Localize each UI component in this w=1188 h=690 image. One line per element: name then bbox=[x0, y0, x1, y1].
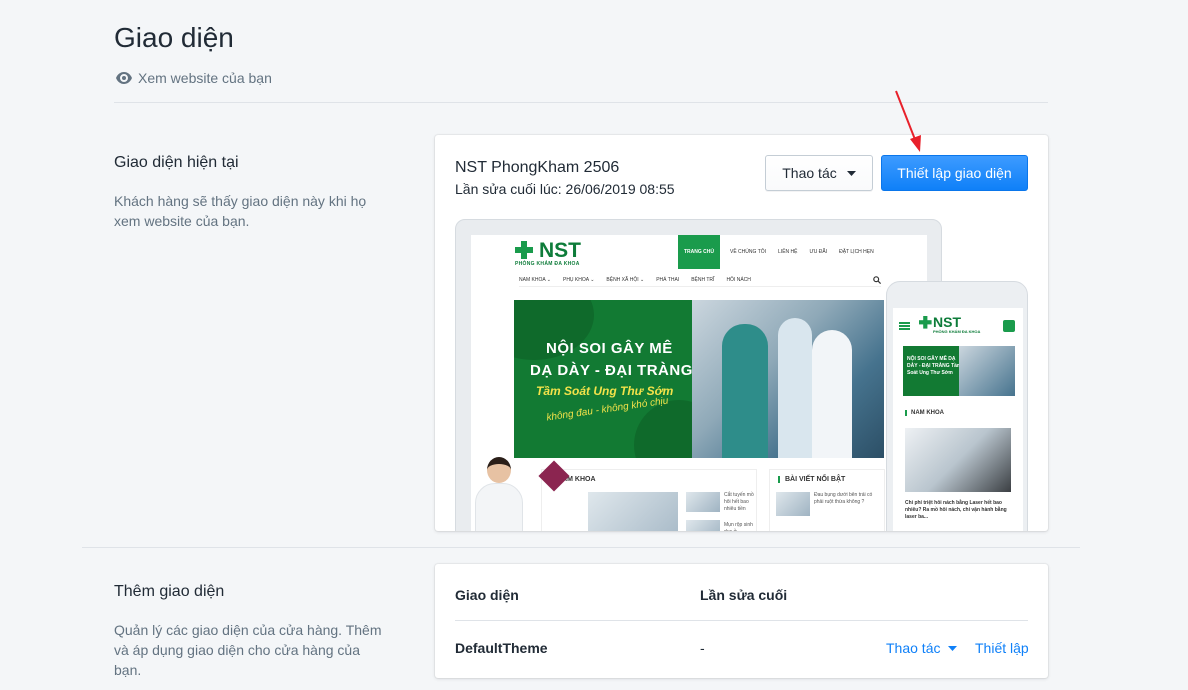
phone-banner: NỘI SOI GÂY MÊ DẠ DÀY - ĐẠI TRÀNG Tầm So… bbox=[903, 346, 1015, 396]
banner-line-3: Tầm Soát Ung Thư Sớm bbox=[536, 384, 674, 398]
themes-table-card: Giao diện Lần sửa cuối DefaultTheme - Th… bbox=[435, 564, 1048, 678]
site-subnav-item: BỆNH TRĨ bbox=[691, 276, 715, 283]
current-theme-card: NST PhongKham 2506 Lần sửa cuối lúc: 26/… bbox=[435, 135, 1048, 531]
theme-actions-label: Thao tác bbox=[782, 165, 837, 181]
banner-line-1: NỘI SOI GÂY MÊ bbox=[546, 340, 673, 357]
current-theme-title: Giao diện hiện tại bbox=[114, 154, 239, 171]
phone-banner-text: NỘI SOI GÂY MÊ DẠ DÀY - ĐẠI TRÀNG Tầm So… bbox=[907, 356, 962, 376]
phone-section-title: NAM KHOA bbox=[905, 410, 944, 416]
page-title: Giao diện bbox=[114, 22, 234, 53]
phone-logo-cross-icon bbox=[919, 316, 932, 329]
phone-search-icon bbox=[1003, 320, 1015, 332]
setup-theme-button[interactable]: Thiết lập giao diện bbox=[881, 155, 1028, 191]
site-subnav-item: BỆNH XÃ HỘI ⌄ bbox=[606, 276, 645, 283]
current-theme-description: Khách hàng sẽ thấy giao diện này khi họ … bbox=[114, 193, 367, 229]
table-divider bbox=[455, 620, 1028, 621]
theme-last-edited: Lần sửa cuối lúc: 26/06/2019 08:55 bbox=[455, 181, 675, 197]
site-logo: NST bbox=[539, 239, 581, 262]
phone-screen: NST PHÒNG KHÁM ĐA KHOA NỘI SOI GÂY MÊ DẠ… bbox=[893, 308, 1023, 531]
site-nav-booking: ĐẶT LỊCH HẸN bbox=[839, 249, 874, 255]
add-theme-title: Thêm giao diện bbox=[114, 583, 225, 600]
caret-down-icon bbox=[846, 170, 856, 176]
theme-row-actions-label: Thao tác bbox=[886, 640, 941, 656]
banner-photo bbox=[692, 300, 884, 458]
site-subnav-item: HÔI NÁCH bbox=[726, 276, 751, 283]
site-nav-contact: LIÊN HỆ bbox=[778, 249, 798, 255]
article-thumbnail bbox=[776, 492, 810, 516]
theme-row-actions-link[interactable]: Thao tác bbox=[886, 640, 958, 656]
theme-name: NST PhongKham 2506 bbox=[455, 159, 620, 176]
column-header-theme: Giao diện bbox=[455, 587, 519, 603]
featured-section: BÀI VIẾT NỔI BẬT Đau bụng dưới bên trái … bbox=[769, 469, 885, 531]
theme-row-name: DefaultTheme bbox=[455, 640, 548, 656]
doctor-figure bbox=[778, 318, 812, 458]
search-icon bbox=[873, 275, 881, 284]
article-thumbnail bbox=[686, 492, 720, 512]
phone-article-image bbox=[905, 428, 1011, 492]
site-subnav-item: PHỤ KHOA ⌄ bbox=[562, 276, 595, 283]
phone-logo-subtitle: PHÒNG KHÁM ĐA KHOA bbox=[933, 329, 981, 334]
column-header-last-edited: Lần sửa cuối bbox=[700, 587, 788, 603]
phone-banner-photo bbox=[959, 346, 1015, 396]
male-section: NAM KHOA Cắt tuyến mồ hôi hết bao nhiêu … bbox=[541, 469, 757, 531]
site-nav-offers: ƯU ĐÃI bbox=[809, 249, 828, 255]
divider bbox=[114, 102, 1048, 103]
site-nav-about: VỀ CHÚNG TÔI bbox=[730, 249, 767, 255]
site-sub-nav: NAM KHOA ⌄ PHỤ KHOA ⌄ BỆNH XÃ HỘI ⌄ PHÁ … bbox=[519, 273, 881, 287]
laptop-screen: NST PHÒNG KHÁM ĐA KHOA TRANG CHỦ VỀ CHÚN… bbox=[471, 235, 927, 531]
theme-preview-phone: NST PHÒNG KHÁM ĐA KHOA NỘI SOI GÂY MÊ DẠ… bbox=[886, 281, 1028, 531]
caret-down-icon bbox=[948, 645, 958, 651]
site-subnav-item: NAM KHOA ⌄ bbox=[519, 276, 551, 283]
article-thumbnail bbox=[588, 492, 678, 531]
article-title: Mụn rộp sinh dục ở bbox=[724, 522, 753, 531]
theme-row-last-edited: - bbox=[700, 640, 705, 656]
site-banner: NỘI SOI GÂY MÊ DẠ DÀY - ĐẠI TRÀNG Tầm So… bbox=[514, 300, 884, 458]
phone-menu-icon bbox=[899, 322, 910, 330]
site-top-nav: TRANG CHỦ VỀ CHÚNG TÔI LIÊN HỆ ƯU ĐÃI ĐẶ… bbox=[678, 235, 886, 269]
phone-article-title: Chi phí triệt hôi nách bằng Laser hết ba… bbox=[905, 500, 1007, 520]
theme-row-setup-link[interactable]: Thiết lập bbox=[975, 640, 1029, 656]
doctor-figure bbox=[722, 324, 768, 458]
doctor-illustration bbox=[469, 457, 533, 531]
view-website-link[interactable]: Xem website của bạn bbox=[116, 70, 272, 86]
site-subnav-item: PHÁ THAI bbox=[656, 276, 680, 283]
site-logo-cross-icon bbox=[515, 241, 533, 259]
doctor-figure bbox=[812, 330, 852, 458]
site-nav-home: TRANG CHỦ bbox=[678, 235, 720, 269]
doctor-body bbox=[475, 483, 523, 531]
divider bbox=[82, 547, 1080, 548]
article-title: Cắt tuyến mồ hôi hết bao nhiêu tiền bbox=[724, 492, 754, 512]
theme-actions-button[interactable]: Thao tác bbox=[765, 155, 873, 191]
eye-icon bbox=[116, 72, 132, 84]
article-title: Đau bụng dưới bên trái có phải ruột thừa… bbox=[814, 492, 873, 505]
banner-line-2: DẠ DÀY - ĐẠI TRÀNG bbox=[530, 362, 693, 379]
phone-logo: NST bbox=[933, 314, 961, 330]
article-thumbnail bbox=[686, 520, 720, 531]
site-logo-subtitle: PHÒNG KHÁM ĐA KHOA bbox=[515, 261, 580, 267]
featured-section-title: BÀI VIẾT NỔI BẬT bbox=[778, 476, 845, 483]
doctor-head bbox=[487, 457, 511, 483]
view-website-label: Xem website của bạn bbox=[138, 70, 272, 86]
add-theme-description: Quản lý các giao diện của cửa hàng. Thêm… bbox=[114, 622, 382, 678]
